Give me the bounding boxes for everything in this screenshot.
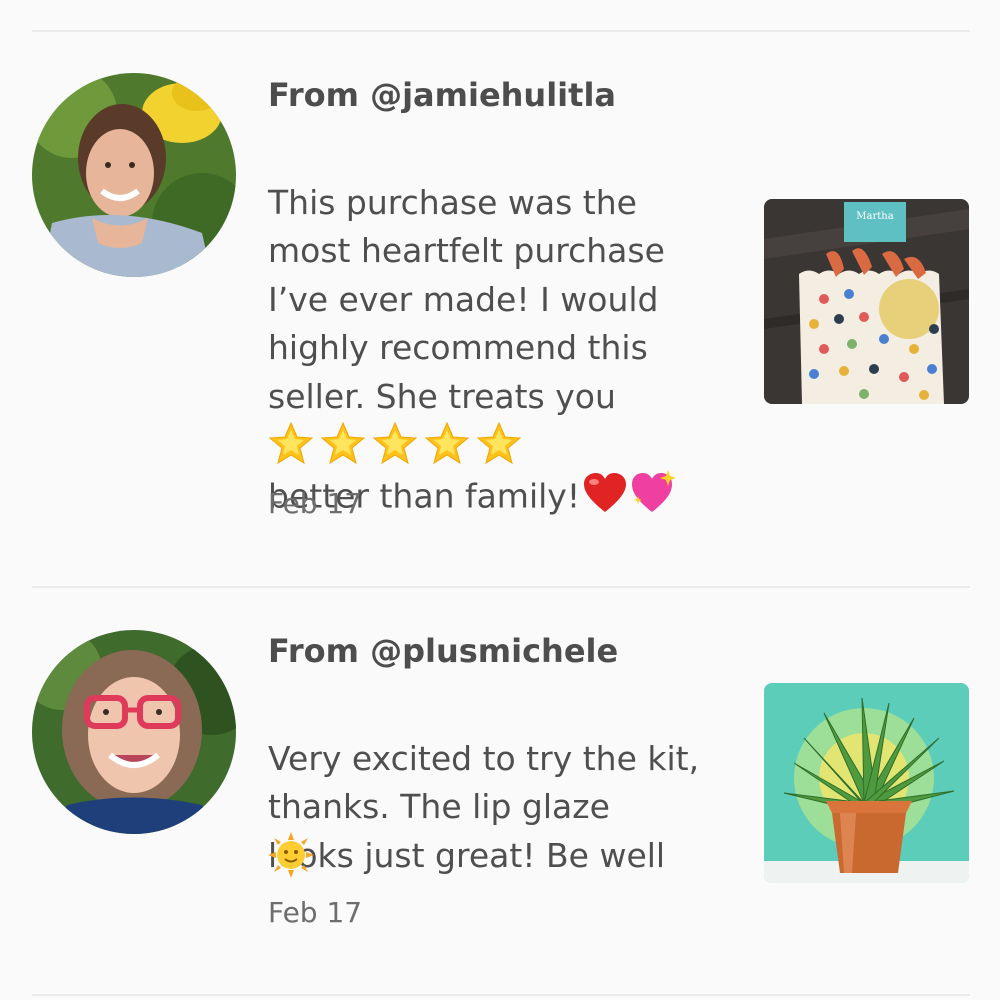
glowing-star-icon: [268, 420, 314, 470]
review-text-content: Very excited to try the kit, thanks. The…: [268, 738, 700, 875]
review-date: Feb 17: [268, 896, 363, 929]
review-author[interactable]: From @jamiehulitla: [268, 76, 616, 114]
review-date: Feb 17: [268, 487, 363, 520]
sun-with-face-icon: [268, 832, 314, 882]
rating-stars: [268, 420, 522, 470]
thumbnail-label: Martha: [856, 211, 893, 222]
divider-top: [32, 30, 970, 32]
glowing-star-icon: [320, 420, 366, 470]
avatar[interactable]: [32, 73, 236, 277]
review-text: Very excited to try the kit, thanks. The…: [268, 686, 738, 880]
review-photo-thumbnail[interactable]: [764, 683, 969, 883]
glowing-star-icon: [372, 420, 418, 470]
review-photo-thumbnail[interactable]: Martha: [764, 199, 969, 404]
sparkling-heart-icon: [630, 421, 678, 527]
glowing-star-icon: [476, 420, 522, 470]
divider-middle: [32, 586, 970, 588]
review-author[interactable]: From @plusmichele: [268, 632, 618, 670]
sun-emoji-line: [268, 832, 314, 882]
avatar[interactable]: [32, 630, 236, 834]
red-heart-icon: [582, 423, 628, 527]
glowing-star-icon: [424, 420, 470, 470]
divider-bottom: [32, 994, 970, 996]
